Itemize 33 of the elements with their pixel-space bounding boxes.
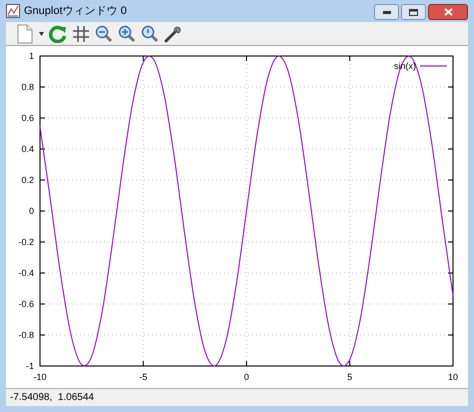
zoom-in-icon[interactable] — [118, 24, 136, 42]
refresh-icon[interactable] — [49, 24, 67, 42]
wrench-icon[interactable] — [164, 24, 182, 42]
y-tick-label: 0.4 — [21, 144, 34, 154]
y-tick-label: 0 — [28, 206, 34, 216]
y-tick-label: 0.2 — [21, 175, 34, 185]
x-tick-label: 5 — [347, 372, 352, 382]
y-tick-label: 1 — [28, 51, 34, 61]
zoom-out-icon[interactable] — [95, 24, 113, 42]
close-icon — [444, 8, 452, 16]
close-button[interactable] — [428, 4, 468, 20]
minimize-button[interactable] — [374, 4, 399, 20]
caret-icon[interactable] — [39, 32, 44, 36]
window-title: Gnuplotウィンドウ 0 — [24, 4, 127, 19]
x-tick-label: -5 — [139, 372, 148, 382]
y-tick-label: -0.2 — [18, 237, 34, 247]
y-tick-label: 0.6 — [21, 113, 34, 123]
grid-icon[interactable] — [72, 24, 90, 42]
cursor-coordinates: -7.54098, 1.06544 — [10, 391, 94, 405]
blank-page-icon[interactable] — [16, 24, 34, 44]
maximize-button[interactable] — [401, 4, 426, 20]
x-tick-label: -10 — [34, 372, 46, 382]
x-tick-label: 10 — [448, 372, 458, 382]
magnifier-icon[interactable] — [141, 24, 159, 42]
y-tick-label: -1 — [26, 361, 34, 371]
y-tick-label: -0.6 — [18, 299, 34, 309]
y-tick-label: -0.8 — [18, 330, 34, 340]
y-tick-label: -0.4 — [18, 268, 34, 278]
maximize-icon — [409, 8, 418, 16]
chart-app-icon — [6, 4, 20, 18]
y-tick-label: 0.8 — [21, 82, 34, 92]
x-tick-label: 0 — [244, 372, 249, 382]
minimize-icon — [382, 10, 390, 14]
